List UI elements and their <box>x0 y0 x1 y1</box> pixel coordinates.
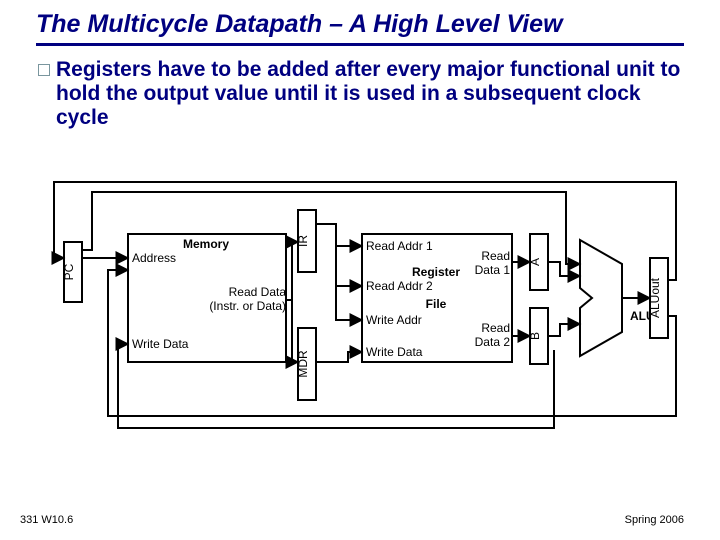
datapath-diagram: PC Memory Address Read Data (Instr. or D… <box>36 180 684 470</box>
bullet-text: Registers have to be added after every m… <box>56 58 690 130</box>
wire-mem-ir <box>286 242 298 300</box>
bullet-row: Registers have to be added after every m… <box>38 58 690 130</box>
regfile-wd: Write Data <box>366 345 423 359</box>
regfile-rd1a: Read <box>481 249 510 263</box>
b-label: B <box>528 332 542 340</box>
regfile-rd2a: Read <box>481 321 510 335</box>
wire-ir-ra2 <box>336 246 362 286</box>
regfile-rd2b: Data 2 <box>475 335 511 349</box>
memory-title: Memory <box>183 237 229 251</box>
a-label: A <box>528 258 542 266</box>
regfile-title1: Register <box>412 265 460 279</box>
regfile-title2: File <box>426 297 447 311</box>
memory-writedata-label: Write Data <box>132 337 189 351</box>
alu-block <box>580 240 622 356</box>
regfile-wa: Write Addr <box>366 313 422 327</box>
page-title: The Multicycle Datapath – A High Level V… <box>36 10 684 46</box>
footer-left: 331 W10.6 <box>20 514 73 526</box>
regfile-ra2: Read Addr 2 <box>366 279 433 293</box>
ir-label: IR <box>296 235 310 247</box>
bullet-icon <box>38 64 50 76</box>
memory-readdata-label1: Read Data <box>229 285 287 299</box>
wire-mdr-wd <box>316 352 362 362</box>
pc-label: PC <box>62 263 76 280</box>
wire-ir-wa <box>336 286 362 320</box>
regfile-ra1: Read Addr 1 <box>366 239 433 253</box>
memory-address-label: Address <box>132 251 176 265</box>
wire-ir-ra1 <box>316 224 362 246</box>
wire-b-alu <box>548 324 580 336</box>
aluout-label: ALUout <box>648 277 662 318</box>
regfile-rd1b: Data 1 <box>475 263 511 277</box>
footer-right: Spring 2006 <box>625 514 684 526</box>
memory-readdata-label2: (Instr. or Data) <box>209 299 286 313</box>
mdr-label: MDR <box>296 350 310 378</box>
